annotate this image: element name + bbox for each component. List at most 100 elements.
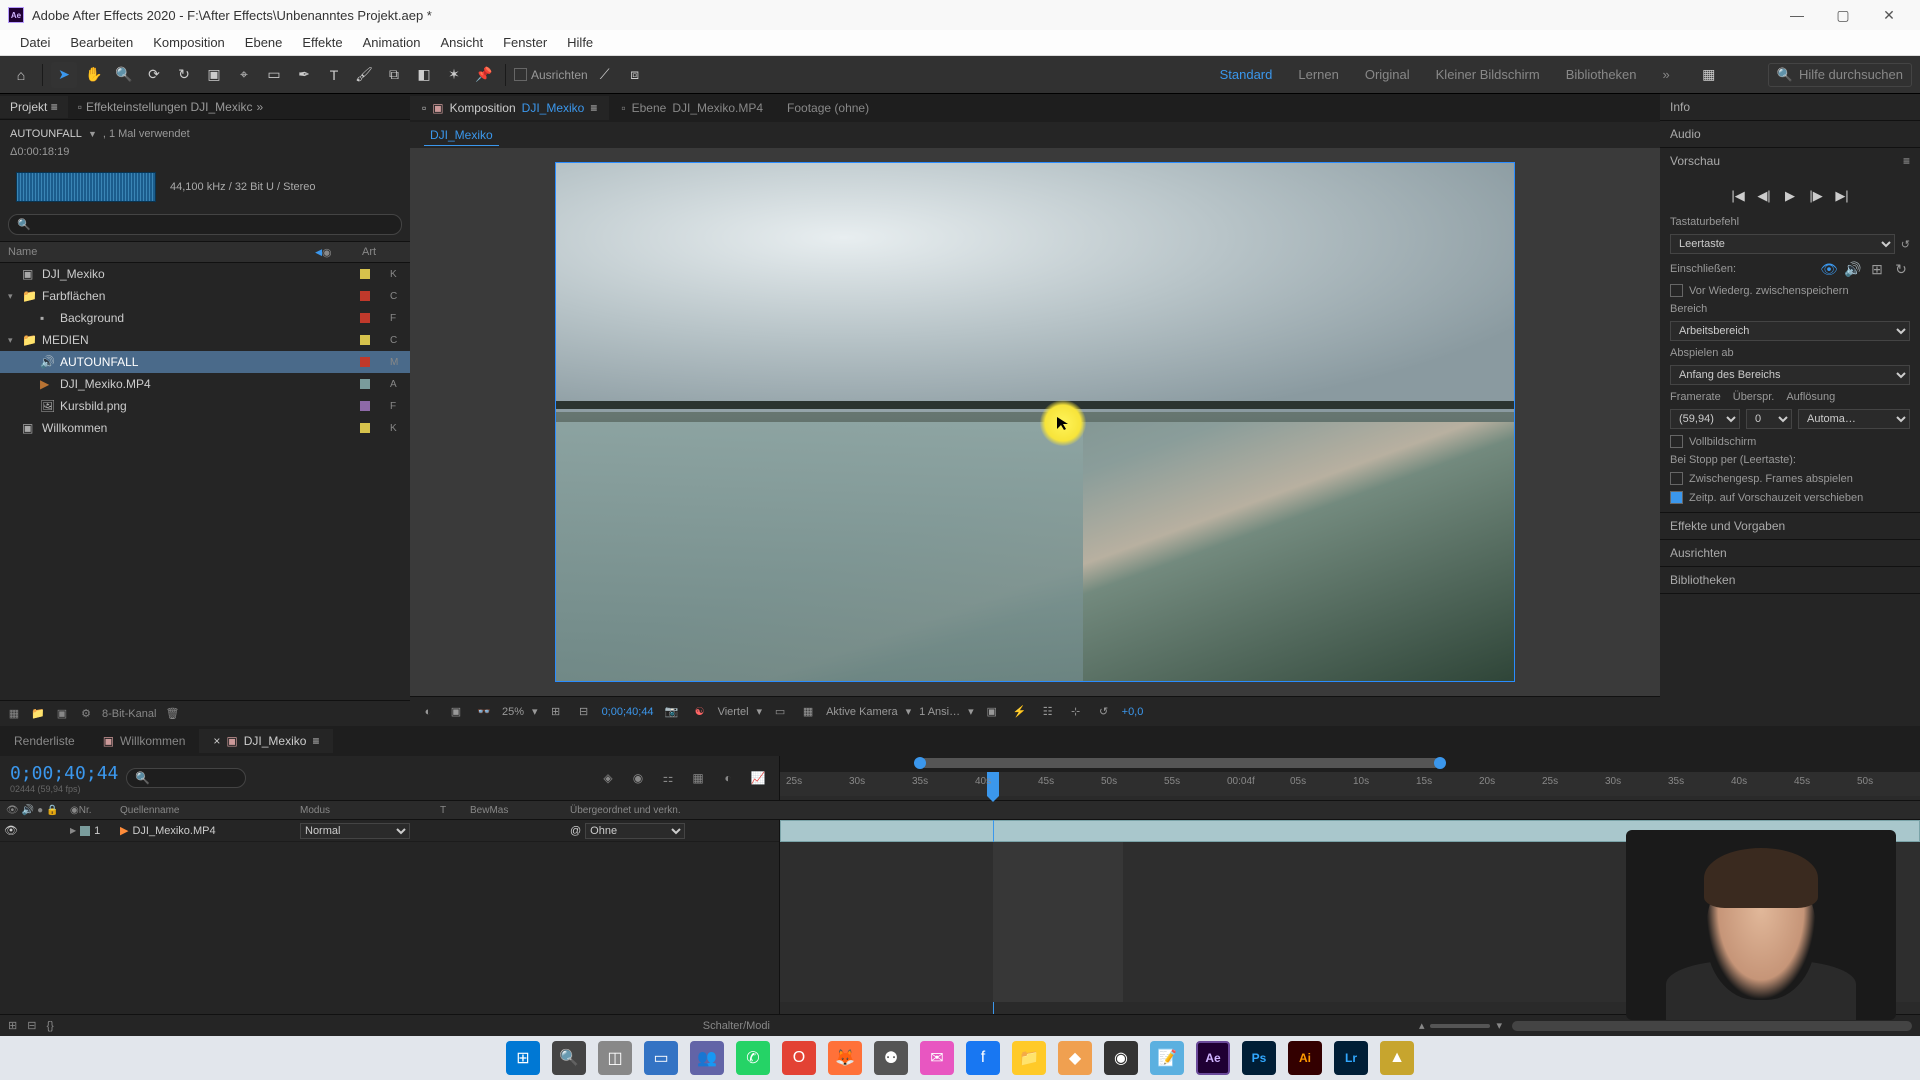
tab-composition[interactable]: ▫ ▣ Komposition DJI_Mexiko ≡ (410, 96, 609, 120)
resolution-dropdown[interactable]: Viertel (718, 706, 749, 718)
anchor-tool-icon[interactable]: ⌖ (231, 62, 257, 88)
obs-icon[interactable]: ◉ (1104, 1041, 1138, 1075)
res-auto-icon[interactable]: ⊞ (546, 702, 566, 722)
illustrator-icon[interactable]: Ai (1288, 1041, 1322, 1075)
workspace-bibliotheken[interactable]: Bibliotheken (1566, 67, 1637, 82)
menu-datei[interactable]: Datei (10, 31, 60, 54)
zoom-out-icon[interactable]: ▴ (1419, 1019, 1425, 1032)
time-navigator[interactable] (920, 758, 1440, 768)
workspace-overflow-icon[interactable]: » (1663, 67, 1670, 82)
blend-mode-dropdown[interactable]: Normal (300, 823, 410, 839)
bereich-dropdown[interactable]: Arbeitsbereich (1670, 321, 1910, 341)
next-frame-icon[interactable]: |▶ (1808, 188, 1824, 204)
footer-label[interactable]: Schalter/Modi (703, 1020, 770, 1032)
snap-checkbox[interactable]: Ausrichten (514, 68, 588, 82)
rotate-tool-icon[interactable]: ↻ (171, 62, 197, 88)
photoshop-icon[interactable]: Ps (1242, 1041, 1276, 1075)
transparency-icon[interactable]: ▦ (798, 702, 818, 722)
include-overlay-icon[interactable]: ⊞ (1868, 260, 1886, 278)
prev-frame-icon[interactable]: ◀| (1756, 188, 1772, 204)
grid-icon[interactable]: ⊟ (574, 702, 594, 722)
files-icon[interactable]: 📁 (1012, 1041, 1046, 1075)
go-to-end-icon[interactable]: ▶| (1834, 188, 1850, 204)
timeline-h-scrollbar[interactable] (1512, 1021, 1912, 1031)
toggle-switches-icon[interactable]: ⊞ (8, 1019, 17, 1032)
messenger-icon[interactable]: ✉ (920, 1041, 954, 1075)
roi-icon[interactable]: ▭ (770, 702, 790, 722)
project-item-willkommen[interactable]: ▣WillkommenK (0, 417, 410, 439)
tab-dji-mexiko[interactable]: ×▣DJI_Mexiko ≡ (199, 729, 333, 753)
panel-bibliotheken[interactable]: Bibliotheken (1660, 567, 1920, 594)
timeline-search-input[interactable]: 🔍 (126, 768, 246, 788)
pixel-aspect-icon[interactable]: ▣ (982, 702, 1002, 722)
cache-before-play-checkbox[interactable]: Vor Wiederg. zwischenspeichern (1670, 284, 1910, 297)
project-item-dji-mexiko-mp4[interactable]: ▶DJI_Mexiko.MP4A (0, 373, 410, 395)
workspace-original[interactable]: Original (1365, 67, 1410, 82)
move-time-checkbox[interactable]: Zeitp. auf Vorschauzeit verschieben (1670, 491, 1910, 504)
vollbild-checkbox[interactable]: Vollbildschirm (1670, 435, 1910, 448)
panel-audio[interactable]: Audio (1660, 121, 1920, 148)
comp-mini-flowchart-icon[interactable]: ◈ (597, 767, 619, 789)
layer-color-swatch[interactable] (80, 826, 90, 836)
eraser-tool-icon[interactable]: ◧ (411, 62, 437, 88)
zoom-slider[interactable] (1430, 1024, 1490, 1028)
puppet-tool-icon[interactable]: 📌 (471, 62, 497, 88)
pickwhip-icon[interactable]: @ (570, 825, 581, 837)
roto-tool-icon[interactable]: ✶ (441, 62, 467, 88)
firefox-icon[interactable]: 🦊 (828, 1041, 862, 1075)
interpret-footage-icon[interactable]: ▦ (6, 706, 22, 722)
workspace-grid-icon[interactable]: ▦ (1696, 62, 1722, 88)
include-audio-icon[interactable]: 🔊 (1844, 260, 1862, 278)
whatsapp-icon[interactable]: ✆ (736, 1041, 770, 1075)
type-tool-icon[interactable]: T (321, 62, 347, 88)
menu-bearbeiten[interactable]: Bearbeiten (60, 31, 143, 54)
mask-icon[interactable]: 👓 (474, 702, 494, 722)
help-search-input[interactable]: 🔍 Hilfe durchsuchen (1768, 63, 1912, 87)
graph-editor-icon[interactable]: 📈 (747, 767, 769, 789)
facebook-icon[interactable]: f (966, 1041, 1000, 1075)
timeline-ruler-area[interactable]: 25s30s35s40s45s50s55s00:04f05s10s15s20s2… (780, 756, 1920, 800)
after-effects-icon[interactable]: Ae (1196, 1041, 1230, 1075)
exposure-value[interactable]: +0,0 (1122, 706, 1144, 718)
teams-icon[interactable]: 👥 (690, 1041, 724, 1075)
toggle-in-out-icon[interactable]: {} (46, 1020, 53, 1032)
reset-icon[interactable]: ↺ (1901, 238, 1910, 251)
project-item-kursbild-png[interactable]: 🖼Kursbild.pngF (0, 395, 410, 417)
panel-ausrichten[interactable]: Ausrichten (1660, 540, 1920, 567)
channel-icon[interactable]: ▣ (446, 702, 466, 722)
new-comp-icon[interactable]: ▣ (54, 706, 70, 722)
camera-tool-icon[interactable]: ▣ (201, 62, 227, 88)
draft3d-icon[interactable]: ◉ (627, 767, 649, 789)
reset-exposure-icon[interactable]: ↺ (1094, 702, 1114, 722)
window-close-button[interactable]: ✕ (1866, 0, 1912, 30)
orbit-tool-icon[interactable]: ⟳ (141, 62, 167, 88)
project-item-autounfall[interactable]: 🔊AUTOUNFALLM (0, 351, 410, 373)
framerate-dropdown[interactable]: (59,94) (1670, 409, 1740, 429)
menu-ansicht[interactable]: Ansicht (430, 31, 493, 54)
app-icon-1[interactable]: ⚉ (874, 1041, 908, 1075)
zoom-tool-icon[interactable]: 🔍 (111, 62, 137, 88)
settings-icon[interactable]: ⚙ (78, 706, 94, 722)
menu-effekte[interactable]: Effekte (292, 31, 352, 54)
menu-hilfe[interactable]: Hilfe (557, 31, 603, 54)
tab-effect-controls[interactable]: ▫Effekteinstellungen DJI_Mexikc » (68, 96, 273, 118)
window-minimize-button[interactable]: — (1774, 0, 1820, 30)
layer-row-1[interactable]: 👁 ▶1 ▶DJI_Mexiko.MP4 Normal @Ohne (0, 820, 779, 842)
timeline-timecode[interactable]: 0;00;40;44 (10, 763, 118, 784)
snap-options-icon[interactable]: ⟋ (592, 62, 618, 88)
camera-dropdown[interactable]: Aktive Kamera (826, 706, 898, 718)
parent-dropdown[interactable]: Ohne (585, 823, 685, 839)
views-dropdown[interactable]: 1 Ansi… (919, 706, 960, 718)
menu-komposition[interactable]: Komposition (143, 31, 235, 54)
workspace-kleiner[interactable]: Kleiner Bildschirm (1436, 67, 1540, 82)
loop-icon[interactable]: ↻ (1892, 260, 1910, 278)
flowchart-icon[interactable]: ⊹ (1066, 702, 1086, 722)
new-folder-icon[interactable]: 📁 (30, 706, 46, 722)
project-item-medien[interactable]: ▾📁MEDIENC (0, 329, 410, 351)
menu-animation[interactable]: Animation (353, 31, 431, 54)
project-item-background[interactable]: ▪BackgroundF (0, 307, 410, 329)
project-item-dji-mexiko[interactable]: ▣DJI_MexikoK (0, 263, 410, 285)
explorer-icon[interactable]: ▭ (644, 1041, 678, 1075)
comp-canvas[interactable] (555, 162, 1515, 682)
toggle-modes-icon[interactable]: ⊟ (27, 1019, 36, 1032)
